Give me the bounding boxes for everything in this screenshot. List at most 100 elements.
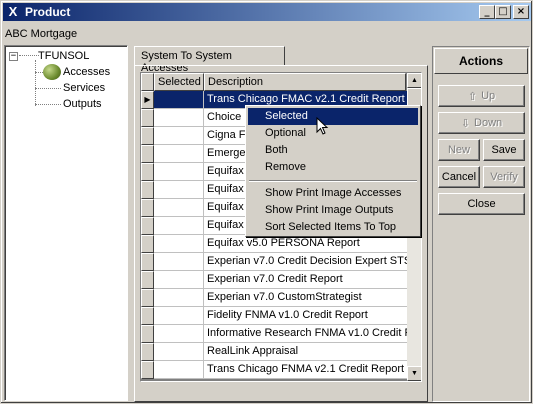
- row-selector[interactable]: [141, 217, 154, 235]
- description-cell[interactable]: Informative Research FNMA v1.0 Credit Re…: [204, 325, 407, 343]
- tree-item-accesses[interactable]: Accesses: [63, 66, 110, 78]
- row-selector-header: [141, 73, 154, 91]
- row-selector[interactable]: [141, 253, 154, 271]
- selected-cell[interactable]: [154, 163, 204, 181]
- tree-item-outputs[interactable]: Outputs: [63, 98, 102, 110]
- selected-cell[interactable]: [154, 145, 204, 163]
- scroll-up-icon[interactable]: ▲: [407, 73, 421, 88]
- selected-cell[interactable]: [154, 361, 204, 379]
- tree-line: [35, 60, 36, 106]
- new-button[interactable]: New: [438, 139, 480, 161]
- row-selector[interactable]: [141, 307, 154, 325]
- grid-header: Selected Description: [141, 73, 406, 91]
- table-row[interactable]: Equifax v5.0 PERSONA Report: [141, 235, 407, 253]
- selected-cell[interactable]: [154, 343, 204, 361]
- current-row-indicator-icon[interactable]: ▶: [141, 91, 154, 109]
- menu-item-remove[interactable]: Remove: [248, 159, 418, 176]
- row-selector[interactable]: [141, 145, 154, 163]
- tree-line: [35, 88, 61, 89]
- row-selector[interactable]: [141, 235, 154, 253]
- row-selector[interactable]: [141, 127, 154, 145]
- row-selector[interactable]: [141, 343, 154, 361]
- selected-cell[interactable]: [154, 289, 204, 307]
- description-cell[interactable]: Fidelity FNMA v1.0 Credit Report: [204, 307, 407, 325]
- description-cell[interactable]: Trans Chicago FNMA v2.1 Credit Report: [204, 361, 407, 379]
- menu-item-both[interactable]: Both: [248, 142, 418, 159]
- selected-cell[interactable]: [154, 127, 204, 145]
- menu-item-selected[interactable]: Selected: [248, 108, 418, 125]
- table-row[interactable]: Trans Chicago FNMA v2.1 Credit Report: [141, 361, 407, 379]
- description-cell[interactable]: Experian v7.0 Credit Decision Expert STS: [204, 253, 407, 271]
- collapse-icon[interactable]: −: [9, 51, 18, 61]
- arrow-down-icon: ⇩: [460, 116, 471, 130]
- selected-cell[interactable]: [154, 325, 204, 343]
- selected-cell[interactable]: [154, 181, 204, 199]
- selected-cell[interactable]: [154, 217, 204, 235]
- table-row[interactable]: RealLink Appraisal: [141, 343, 407, 361]
- table-row[interactable]: Fidelity FNMA v1.0 Credit Report: [141, 307, 407, 325]
- arrow-up-icon: ⇧: [467, 89, 478, 103]
- selected-cell[interactable]: [154, 235, 204, 253]
- row-selector[interactable]: [141, 163, 154, 181]
- minimize-button[interactable]: _: [479, 5, 495, 19]
- row-selector[interactable]: [141, 289, 154, 307]
- tree-line: [35, 104, 61, 105]
- menu-item-show-print-image-accesses[interactable]: Show Print Image Accesses: [248, 185, 418, 202]
- actions-title: Actions: [434, 48, 528, 74]
- menu-separator: [248, 176, 418, 185]
- selected-cell[interactable]: [154, 91, 204, 109]
- maximize-button[interactable]: □: [495, 5, 511, 19]
- selected-cell[interactable]: [154, 307, 204, 325]
- menu-item-optional[interactable]: Optional: [248, 125, 418, 142]
- product-window: X Product _ □ × ABC Mortgage − TFUNSOL A…: [0, 0, 533, 404]
- column-header-selected[interactable]: Selected: [154, 73, 204, 91]
- description-cell[interactable]: Experian v7.0 Credit Report: [204, 271, 407, 289]
- selected-cell[interactable]: [154, 109, 204, 127]
- globe-icon: [43, 64, 61, 80]
- description-cell[interactable]: Experian v7.0 CustomStrategist: [204, 289, 407, 307]
- row-selector[interactable]: [141, 361, 154, 379]
- cancel-button[interactable]: Cancel: [438, 166, 480, 188]
- title-bar[interactable]: X Product _ □ ×: [3, 3, 531, 21]
- row-selector[interactable]: [141, 109, 154, 127]
- description-cell[interactable]: Equifax v5.0 PERSONA Report: [204, 235, 407, 253]
- actions-panel: Actions ⇧ Up ⇩ Down New Save Cancel Veri…: [432, 46, 530, 402]
- app-icon: X: [8, 4, 18, 19]
- verify-button[interactable]: Verify: [483, 166, 525, 188]
- menu-item-sort-selected-items-to-top[interactable]: Sort Selected Items To Top: [248, 219, 418, 236]
- selected-cell[interactable]: [154, 253, 204, 271]
- tree-root-row[interactable]: − TFUNSOL: [9, 50, 89, 62]
- selected-cell[interactable]: [154, 271, 204, 289]
- row-selector[interactable]: [141, 199, 154, 217]
- product-tree[interactable]: − TFUNSOL Accesses Services Outputs: [4, 45, 128, 401]
- menu-item-show-print-image-outputs[interactable]: Show Print Image Outputs: [248, 202, 418, 219]
- tree-line: [35, 72, 43, 73]
- row-selector[interactable]: [141, 325, 154, 343]
- company-label: ABC Mortgage: [5, 28, 78, 40]
- tree-item-services[interactable]: Services: [63, 82, 105, 94]
- close-window-button[interactable]: ×: [513, 5, 529, 19]
- tree-root-label[interactable]: TFUNSOL: [38, 50, 89, 62]
- up-label: Up: [481, 90, 496, 102]
- save-button[interactable]: Save: [483, 139, 525, 161]
- up-button[interactable]: ⇧ Up: [438, 85, 525, 107]
- scroll-down-icon[interactable]: ▼: [407, 366, 421, 381]
- column-header-description[interactable]: Description: [204, 73, 406, 91]
- tab-system-to-system-accesses[interactable]: System To System Accesses: [134, 46, 285, 74]
- selected-cell[interactable]: [154, 199, 204, 217]
- row-selector[interactable]: [141, 271, 154, 289]
- table-row[interactable]: Experian v7.0 Credit Decision Expert STS: [141, 253, 407, 271]
- context-menu: Selected Optional Both Remove Show Print…: [245, 105, 421, 237]
- mouse-cursor-icon: [316, 117, 329, 135]
- close-button[interactable]: Close: [438, 193, 525, 215]
- row-selector[interactable]: [141, 181, 154, 199]
- table-row[interactable]: Informative Research FNMA v1.0 Credit Re…: [141, 325, 407, 343]
- tree-line: [19, 55, 39, 56]
- window-title: Product: [25, 5, 71, 19]
- table-row[interactable]: Experian v7.0 CustomStrategist: [141, 289, 407, 307]
- down-label: Down: [474, 117, 503, 129]
- grid-bottom-edge: [140, 382, 422, 386]
- down-button[interactable]: ⇩ Down: [438, 112, 525, 134]
- description-cell[interactable]: RealLink Appraisal: [204, 343, 407, 361]
- table-row[interactable]: Experian v7.0 Credit Report: [141, 271, 407, 289]
